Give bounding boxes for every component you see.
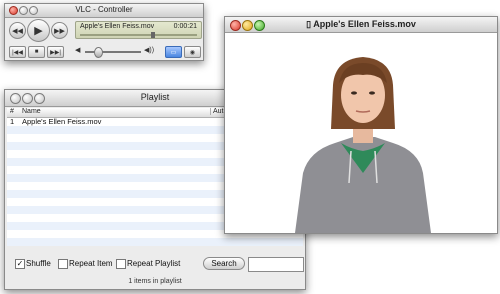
column-header-name[interactable]: Name [22, 108, 41, 115]
playlist-toggle-button[interactable]: ◉ [184, 46, 201, 58]
previous-icon: |◀◀ [12, 49, 23, 56]
video-titlebar[interactable]: ▯ Apple's Ellen Feiss.mov [225, 17, 497, 33]
volume-knob[interactable] [94, 47, 103, 58]
shuffle-label: Shuffle [26, 259, 51, 268]
row-number: 1 [10, 118, 15, 126]
previous-button[interactable]: |◀◀ [9, 46, 26, 58]
fast-forward-icon: ▶▶ [54, 27, 65, 35]
repeat-item-label: Repeat Item [69, 259, 113, 268]
row-name: Apple's Ellen Feiss.mov [22, 118, 102, 126]
seek-track[interactable] [80, 34, 197, 36]
repeat-item-checkbox[interactable] [58, 259, 68, 269]
fast-forward-button[interactable]: ▶▶ [51, 22, 68, 39]
video-frame[interactable] [225, 33, 497, 233]
shuffle-checkbox[interactable]: ✓ [15, 259, 25, 269]
document-icon: ▯ [306, 19, 312, 29]
fullscreen-button[interactable]: ▭ [165, 46, 182, 58]
column-header-number[interactable]: # [10, 108, 14, 115]
now-playing-display: Apple's Ellen Feiss.mov 0:00:21 [75, 21, 202, 39]
fullscreen-icon: ▭ [170, 49, 177, 56]
volume-high-icon: ◀)) [144, 47, 155, 54]
play-button[interactable]: ▶ [27, 19, 50, 42]
repeat-playlist-checkbox[interactable] [116, 259, 126, 269]
rewind-button[interactable]: ◀◀ [9, 22, 26, 39]
seek-knob[interactable] [151, 32, 155, 38]
stop-icon: ■ [34, 49, 39, 55]
rewind-icon: ◀◀ [12, 27, 23, 35]
playlist-icon: ◉ [189, 49, 196, 56]
table-row-empty [7, 238, 303, 246]
controller-titlebar[interactable]: VLC - Controller [5, 4, 203, 18]
elapsed-time: 0:00:21 [173, 23, 197, 30]
video-window: ▯ Apple's Ellen Feiss.mov [224, 16, 498, 234]
search-input[interactable] [248, 257, 304, 272]
next-icon: ▶▶| [50, 49, 61, 56]
controller-window: VLC - Controller ◀◀ ▶ ▶▶ Apple's Ellen F… [4, 3, 204, 61]
playlist-count: 1 items in playlist [128, 278, 182, 285]
video-title-text: Apple's Ellen Feiss.mov [313, 19, 416, 29]
controller-title: VLC - Controller [75, 5, 133, 14]
next-button[interactable]: ▶▶| [47, 46, 64, 58]
repeat-playlist-label: Repeat Playlist [127, 259, 181, 268]
stop-button[interactable]: ■ [28, 46, 45, 58]
search-button[interactable]: Search [203, 257, 245, 270]
playlist-controls: ✓ Shuffle Repeat Item Repeat Playlist Se… [5, 256, 305, 272]
now-playing-title: Apple's Ellen Feiss.mov [80, 23, 155, 30]
video-title: ▯ Apple's Ellen Feiss.mov [225, 19, 497, 30]
video-person-image [295, 57, 431, 233]
checkmark-icon: ✓ [16, 259, 24, 268]
play-icon: ▶ [34, 25, 43, 37]
volume-low-icon: ◀ [75, 47, 81, 54]
